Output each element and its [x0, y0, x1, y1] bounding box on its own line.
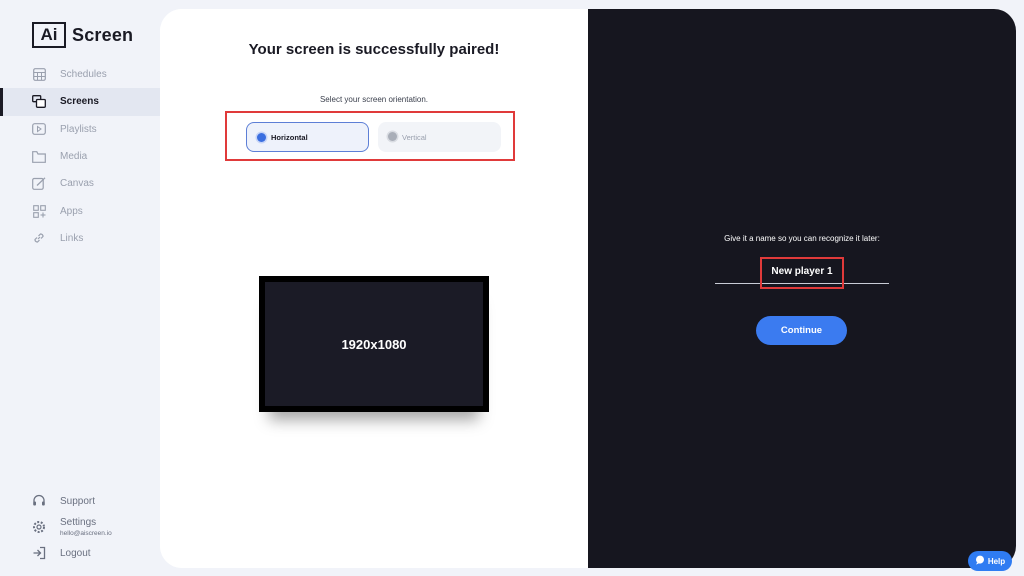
- resolution-label: 1920x1080: [341, 336, 407, 352]
- orientation-option-label: Vertical: [402, 132, 427, 142]
- sidebar-item-label: Screens: [60, 96, 99, 108]
- sidebar-item-label: Apps: [60, 205, 83, 217]
- name-highlight-box: [760, 257, 844, 289]
- settings-text: Settings hello@aiscreen.io: [60, 517, 112, 537]
- help-button[interactable]: Help: [968, 551, 1012, 571]
- sidebar-item-support[interactable]: Support: [0, 489, 160, 513]
- sidebar-item-canvas[interactable]: Canvas: [0, 170, 160, 197]
- pairing-card: Your screen is successfully paired! Sele…: [160, 9, 1016, 568]
- help-label: Help: [987, 556, 1006, 566]
- sidebar-item-media[interactable]: Media: [0, 143, 160, 170]
- orientation-option-vertical[interactable]: Vertical: [378, 122, 501, 152]
- link-icon: [32, 231, 46, 245]
- logo-box: Ai: [32, 22, 66, 48]
- sidebar-item-label: Support: [60, 495, 96, 507]
- sidebar-item-logout[interactable]: Logout: [0, 541, 160, 565]
- sidebar-item-label: Media: [60, 151, 88, 163]
- sidebar: Ai Screen Schedules Screens Playlists Me…: [0, 0, 160, 576]
- settings-label: Settings: [60, 516, 97, 528]
- sidebar-item-label: Schedules: [60, 69, 107, 81]
- sidebar-item-playlists[interactable]: Playlists: [0, 116, 160, 143]
- headset-icon: [32, 494, 46, 508]
- folder-icon: [32, 150, 46, 164]
- sidebar-item-schedules[interactable]: Schedules: [0, 61, 160, 88]
- screen-preview: 1920x1080: [259, 276, 489, 412]
- canvas-edit-icon: [32, 177, 46, 191]
- playlist-icon: [32, 122, 46, 136]
- continue-button[interactable]: Continue: [756, 316, 847, 345]
- account-email: hello@aiscreen.io: [60, 529, 112, 537]
- sidebar-item-label: Canvas: [60, 178, 94, 190]
- sidebar-item-settings[interactable]: Settings hello@aiscreen.io: [0, 513, 160, 541]
- chat-bubble-icon: [975, 555, 985, 567]
- orientation-option-label: Horizontal: [271, 132, 308, 142]
- radio-selected-icon: [257, 133, 266, 142]
- sidebar-item-apps[interactable]: Apps: [0, 197, 160, 224]
- sidebar-footer: Support Settings hello@aiscreen.io Logou…: [0, 489, 160, 565]
- orientation-option-horizontal[interactable]: Horizontal: [246, 122, 369, 152]
- orientation-prompt: Select your screen orientation.: [319, 95, 429, 104]
- radio-unselected-icon: [388, 132, 397, 141]
- logout-icon: [32, 546, 46, 560]
- sidebar-item-label: Logout: [60, 547, 91, 559]
- page-title: Your screen is successfully paired!: [248, 41, 500, 58]
- logo-text: Screen: [72, 24, 134, 45]
- app-logo[interactable]: Ai Screen: [32, 22, 133, 48]
- naming-pane: Give it a name so you can recognize it l…: [588, 9, 1016, 568]
- orientation-pane: Your screen is successfully paired! Sele…: [160, 9, 588, 568]
- sidebar-item-label: Links: [60, 232, 84, 244]
- sidebar-item-screens[interactable]: Screens: [0, 88, 160, 116]
- sidebar-nav: Schedules Screens Playlists Media Canvas: [0, 61, 160, 252]
- gear-icon: [32, 520, 46, 534]
- screens-icon: [32, 95, 46, 109]
- calendar-grid-icon: [32, 68, 46, 82]
- name-prompt: Give it a name so you can recognize it l…: [724, 234, 880, 243]
- apps-grid-icon: [32, 204, 46, 218]
- sidebar-item-label: Playlists: [60, 123, 97, 135]
- sidebar-item-links[interactable]: Links: [0, 225, 160, 252]
